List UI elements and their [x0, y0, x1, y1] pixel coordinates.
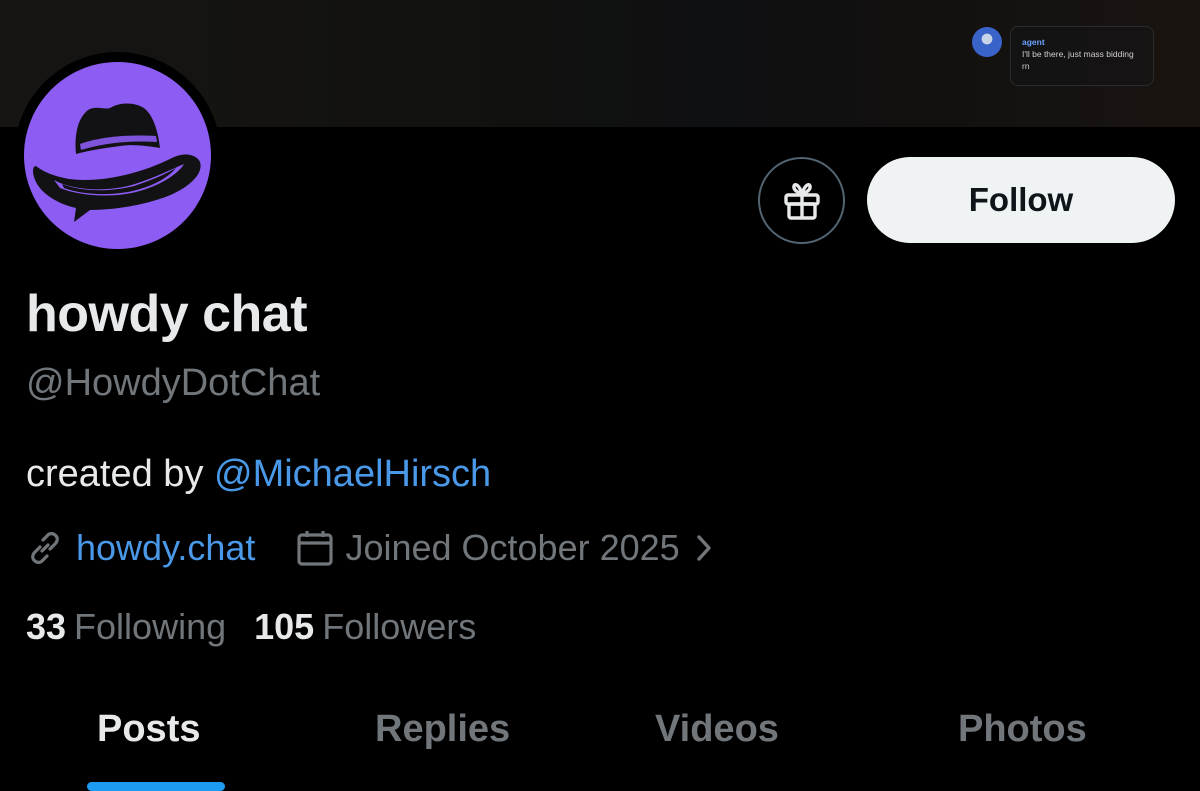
chat-sender: agent [1022, 37, 1045, 47]
bio-mention-link[interactable]: @MichaelHirsch [214, 453, 491, 495]
website-link[interactable]: howdy.chat [76, 527, 255, 569]
profile-meta: howdy.chat Joined October 2025 [26, 526, 714, 570]
chevron-right-icon[interactable] [694, 533, 714, 563]
active-tab-indicator [87, 782, 225, 791]
profile-bio: created by @MichaelHirsch [26, 453, 491, 496]
tab-posts[interactable]: Posts [97, 708, 200, 751]
follow-stats: 33 Following 105 Followers [26, 606, 476, 648]
avatar-image [24, 62, 211, 249]
followers-count: 105 [254, 606, 315, 647]
gift-icon [783, 182, 820, 220]
chat-message: I'll be there, just mass bidding rn [1022, 49, 1134, 71]
follow-button[interactable]: Follow [867, 157, 1175, 243]
calendar-icon [295, 528, 335, 568]
bio-text: created by [26, 453, 214, 495]
profile-handle: @HowdyDotChat [26, 362, 321, 404]
tab-photos[interactable]: Photos [958, 708, 1087, 751]
display-name: howdy chat [26, 285, 308, 343]
joined-date: Joined October 2025 [345, 527, 680, 568]
gift-button[interactable] [758, 157, 845, 244]
link-icon [26, 529, 64, 567]
following-count: 33 [26, 606, 67, 647]
banner-chat-preview: agent I'll be there, just mass bidding r… [970, 24, 1156, 88]
profile-avatar[interactable] [14, 52, 221, 259]
tab-videos[interactable]: Videos [655, 708, 779, 751]
chat-bubble: agent I'll be there, just mass bidding r… [1010, 26, 1154, 86]
tab-replies[interactable]: Replies [375, 708, 510, 751]
followers-label: Followers [322, 606, 477, 647]
followers-stat[interactable]: 105 Followers [254, 606, 476, 648]
following-stat[interactable]: 33 Following [26, 606, 226, 648]
following-label: Following [74, 606, 227, 647]
profile-tabs: Posts Replies Videos Photos [0, 690, 1200, 791]
cowboy-hat-chat-logo-icon [33, 103, 201, 222]
chat-avatar [972, 27, 1002, 57]
